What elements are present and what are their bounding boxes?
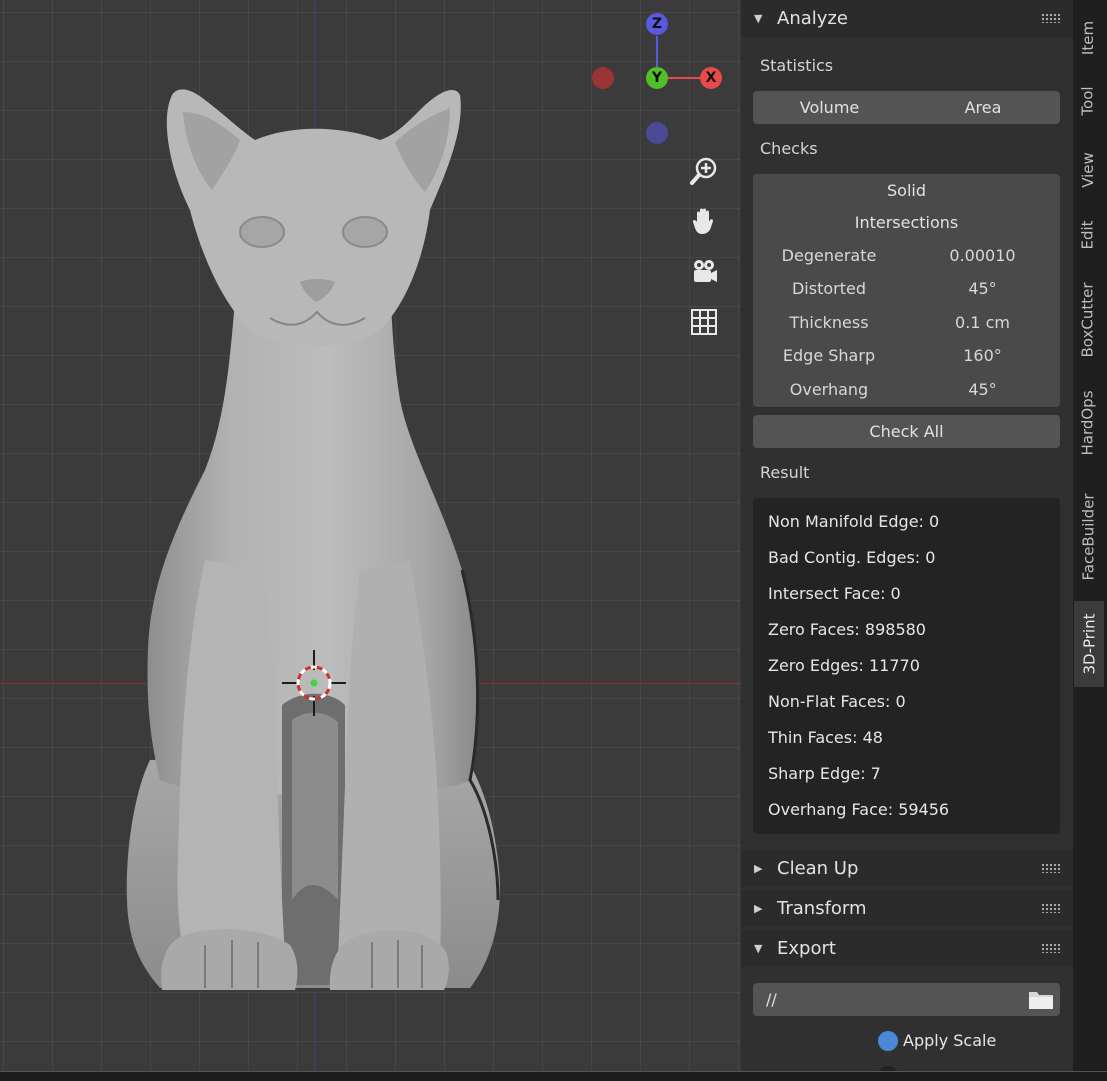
distorted-button[interactable]: Distorted — [753, 279, 905, 298]
tab-hardops[interactable]: HardOps — [1073, 378, 1103, 468]
drag-handle-icon[interactable] — [1041, 13, 1061, 23]
analyze-panel-header[interactable]: ▼ Analyze — [741, 0, 1073, 37]
tab-3d-print[interactable]: 3D-Print — [1074, 601, 1104, 687]
apply-scale-label: Apply Scale — [903, 1031, 997, 1050]
tab-item[interactable]: Item — [1073, 0, 1103, 75]
degenerate-button[interactable]: Degenerate — [753, 246, 905, 265]
expanded-triangle-icon: ▼ — [754, 12, 763, 25]
gizmo-x-ball[interactable]: X — [700, 67, 722, 89]
gizmo-y-ball[interactable]: Y — [646, 67, 668, 89]
result-line[interactable]: Intersect Face: 0 — [768, 584, 901, 603]
tab-boxcutter-label: BoxCutter — [1079, 281, 1097, 358]
tab-hardops-label: HardOps — [1079, 390, 1098, 456]
tab-view-label: View — [1079, 152, 1098, 188]
collapsed-triangle-icon: ▶ — [754, 862, 763, 875]
clean-up-title: Clean Up — [777, 858, 859, 879]
clean-up-panel-header[interactable]: ▶ Clean Up — [741, 850, 1073, 887]
checks-label: Checks — [760, 139, 818, 158]
drag-handle-icon[interactable] — [1041, 943, 1061, 953]
result-label: Result — [760, 463, 810, 482]
transform-panel-header[interactable]: ▶ Transform — [741, 890, 1073, 927]
result-line[interactable]: Zero Edges: 11770 — [768, 656, 920, 675]
tab-view[interactable]: View — [1073, 140, 1103, 200]
overhang-button[interactable]: Overhang — [753, 380, 905, 399]
result-line[interactable]: Sharp Edge: 7 — [768, 764, 881, 783]
overhang-value-field[interactable]: 45° — [905, 380, 1060, 399]
export-path-value: // — [766, 990, 777, 1009]
tab-tool[interactable]: Tool — [1073, 75, 1103, 127]
export-path-field[interactable]: // — [753, 983, 1060, 1016]
tab-facebuilder-label: FaceBuilder — [1079, 493, 1097, 581]
solid-button[interactable]: Solid — [753, 181, 1060, 200]
sidebar-tabs: Item Tool View Edit BoxCutter HardOps Fa… — [1073, 0, 1107, 1080]
drag-handle-icon[interactable] — [1041, 863, 1061, 873]
drag-handle-icon[interactable] — [1041, 903, 1061, 913]
tab-tool-label: Tool — [1078, 86, 1097, 116]
statistics-button-row: Volume Area — [753, 91, 1060, 124]
tab-edit-label: Edit — [1079, 220, 1097, 250]
result-line[interactable]: Bad Contig. Edges: 0 — [768, 548, 935, 567]
collapsed-triangle-icon: ▶ — [754, 902, 763, 915]
tab-3d-print-label: 3D-Print — [1080, 613, 1099, 675]
zoom-icon[interactable] — [687, 154, 721, 188]
check-all-label: Check All — [869, 422, 944, 441]
result-line[interactable]: Thin Faces: 48 — [768, 728, 883, 747]
gizmo-neg-z-ball[interactable] — [646, 122, 668, 144]
gizmo-neg-x-ball[interactable] — [592, 67, 614, 89]
result-box: Non Manifold Edge: 0 Bad Contig. Edges: … — [753, 498, 1060, 834]
cat-sculpt-model[interactable] — [0, 0, 741, 1080]
gizmo-x-line — [668, 77, 704, 79]
folder-icon[interactable] — [1028, 988, 1054, 1014]
export-panel-header[interactable]: ▼ Export — [741, 930, 1073, 967]
tab-boxcutter[interactable]: BoxCutter — [1073, 272, 1103, 367]
result-line[interactable]: Zero Faces: 898580 — [768, 620, 926, 639]
camera-icon[interactable] — [687, 255, 721, 289]
export-title: Export — [777, 938, 836, 959]
apply-scale-checkbox[interactable] — [878, 1031, 898, 1051]
edge-sharp-value-field[interactable]: 160° — [905, 346, 1060, 365]
tab-item-label: Item — [1079, 20, 1097, 55]
thickness-button[interactable]: Thickness — [753, 313, 905, 332]
sidebar-panel: ▼ Analyze Statistics Volume Area Checks … — [741, 0, 1073, 1080]
thickness-value-field[interactable]: 0.1 cm — [905, 313, 1060, 332]
expanded-triangle-icon: ▼ — [754, 942, 763, 955]
grid-view-icon[interactable] — [687, 305, 721, 339]
distorted-value-field[interactable]: 45° — [905, 279, 1060, 298]
result-line[interactable]: Overhang Face: 59456 — [768, 800, 949, 819]
tab-edit[interactable]: Edit — [1073, 205, 1103, 265]
hand-pan-icon[interactable] — [687, 204, 721, 238]
result-line[interactable]: Non-Flat Faces: 0 — [768, 692, 906, 711]
degenerate-value-field[interactable]: 0.00010 — [905, 246, 1060, 265]
3d-viewport[interactable]: Z Y X — [0, 0, 741, 1080]
result-line[interactable]: Non Manifold Edge: 0 — [768, 512, 939, 531]
transform-title: Transform — [777, 898, 867, 919]
analyze-title: Analyze — [777, 8, 848, 29]
area-button[interactable]: Area — [906, 98, 1060, 117]
intersections-button[interactable]: Intersections — [753, 213, 1060, 232]
gizmo-z-ball[interactable]: Z — [646, 13, 668, 35]
statistics-label: Statistics — [760, 56, 834, 75]
volume-button[interactable]: Volume — [753, 98, 906, 117]
edge-sharp-button[interactable]: Edge Sharp — [753, 346, 905, 365]
tab-facebuilder[interactable]: FaceBuilder — [1073, 478, 1103, 596]
check-all-button[interactable]: Check All — [753, 415, 1060, 448]
